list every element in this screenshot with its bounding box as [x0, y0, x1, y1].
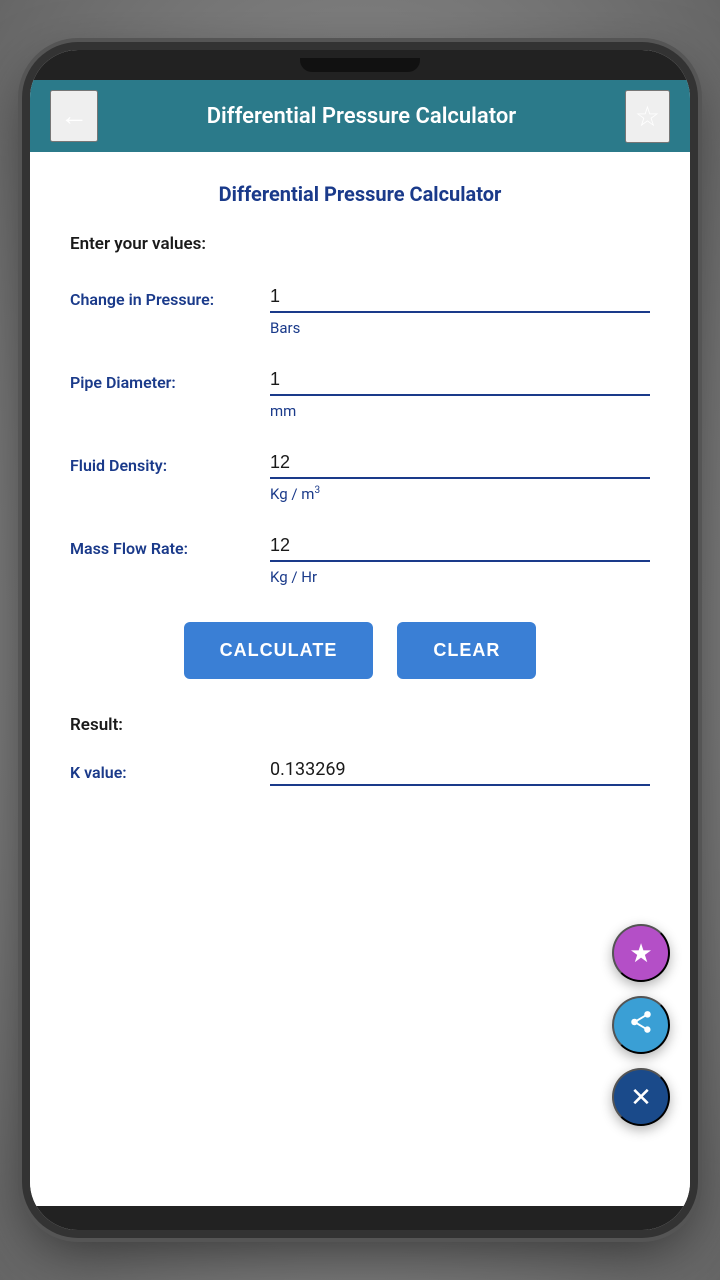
fab-star-icon: ★ [629, 938, 652, 969]
fluid-density-input[interactable] [270, 448, 650, 479]
k-value-row: K value: 0.133269 [70, 755, 650, 786]
fab-share-icon [628, 1009, 654, 1042]
pipe-diameter-unit: mm [270, 402, 650, 420]
result-section: Result: K value: 0.133269 [70, 715, 650, 786]
phone-frame: ← Differential Pressure Calculator ☆ Dif… [30, 50, 690, 1230]
fluid-density-label: Fluid Density: [70, 448, 270, 475]
clear-button[interactable]: CLEAR [397, 622, 536, 679]
fab-share-button[interactable] [612, 996, 670, 1054]
star-outline-icon: ☆ [635, 100, 660, 133]
fab-close-button[interactable]: ✕ [612, 1068, 670, 1126]
mass-flow-rate-row: Mass Flow Rate: Kg / Hr [70, 531, 650, 586]
change-in-pressure-label: Change in Pressure: [70, 282, 270, 309]
phone-notch [300, 58, 420, 72]
app-header: ← Differential Pressure Calculator ☆ [30, 80, 690, 152]
result-label: Result: [70, 715, 650, 735]
pipe-diameter-input[interactable] [270, 365, 650, 396]
k-value-display: 0.133269 [270, 755, 650, 786]
k-value-group: 0.133269 [270, 755, 650, 786]
change-in-pressure-unit: Bars [270, 319, 650, 337]
form-intro: Enter your values: [70, 234, 650, 254]
fluid-density-row: Fluid Density: Kg / m3 [70, 448, 650, 503]
mass-flow-rate-group: Kg / Hr [270, 531, 650, 586]
pipe-diameter-label: Pipe Diameter: [70, 365, 270, 392]
back-button[interactable]: ← [50, 90, 98, 142]
pipe-diameter-row: Pipe Diameter: mm [70, 365, 650, 420]
pipe-diameter-group: mm [270, 365, 650, 420]
app-content: Differential Pressure Calculator Enter y… [30, 152, 690, 1206]
fluid-density-unit: Kg / m3 [270, 485, 650, 503]
change-in-pressure-row: Change in Pressure: Bars [70, 282, 650, 337]
favorite-button[interactable]: ☆ [625, 90, 670, 143]
mass-flow-rate-unit: Kg / Hr [270, 568, 650, 586]
button-row: CALCULATE CLEAR [70, 622, 650, 679]
fab-star-button[interactable]: ★ [612, 924, 670, 982]
fab-close-icon: ✕ [630, 1082, 652, 1113]
k-value-label: K value: [70, 755, 270, 782]
fluid-density-group: Kg / m3 [270, 448, 650, 503]
change-in-pressure-group: Bars [270, 282, 650, 337]
phone-bottom-bar [30, 1206, 690, 1230]
back-icon: ← [60, 100, 88, 132]
mass-flow-rate-input[interactable] [270, 531, 650, 562]
header-title: Differential Pressure Calculator [98, 104, 625, 129]
mass-flow-rate-label: Mass Flow Rate: [70, 531, 270, 558]
section-title: Differential Pressure Calculator [70, 182, 650, 206]
phone-top-bar [30, 50, 690, 80]
fab-container: ★ ✕ [612, 924, 670, 1126]
calculate-button[interactable]: CALCULATE [184, 622, 374, 679]
change-in-pressure-input[interactable] [270, 282, 650, 313]
